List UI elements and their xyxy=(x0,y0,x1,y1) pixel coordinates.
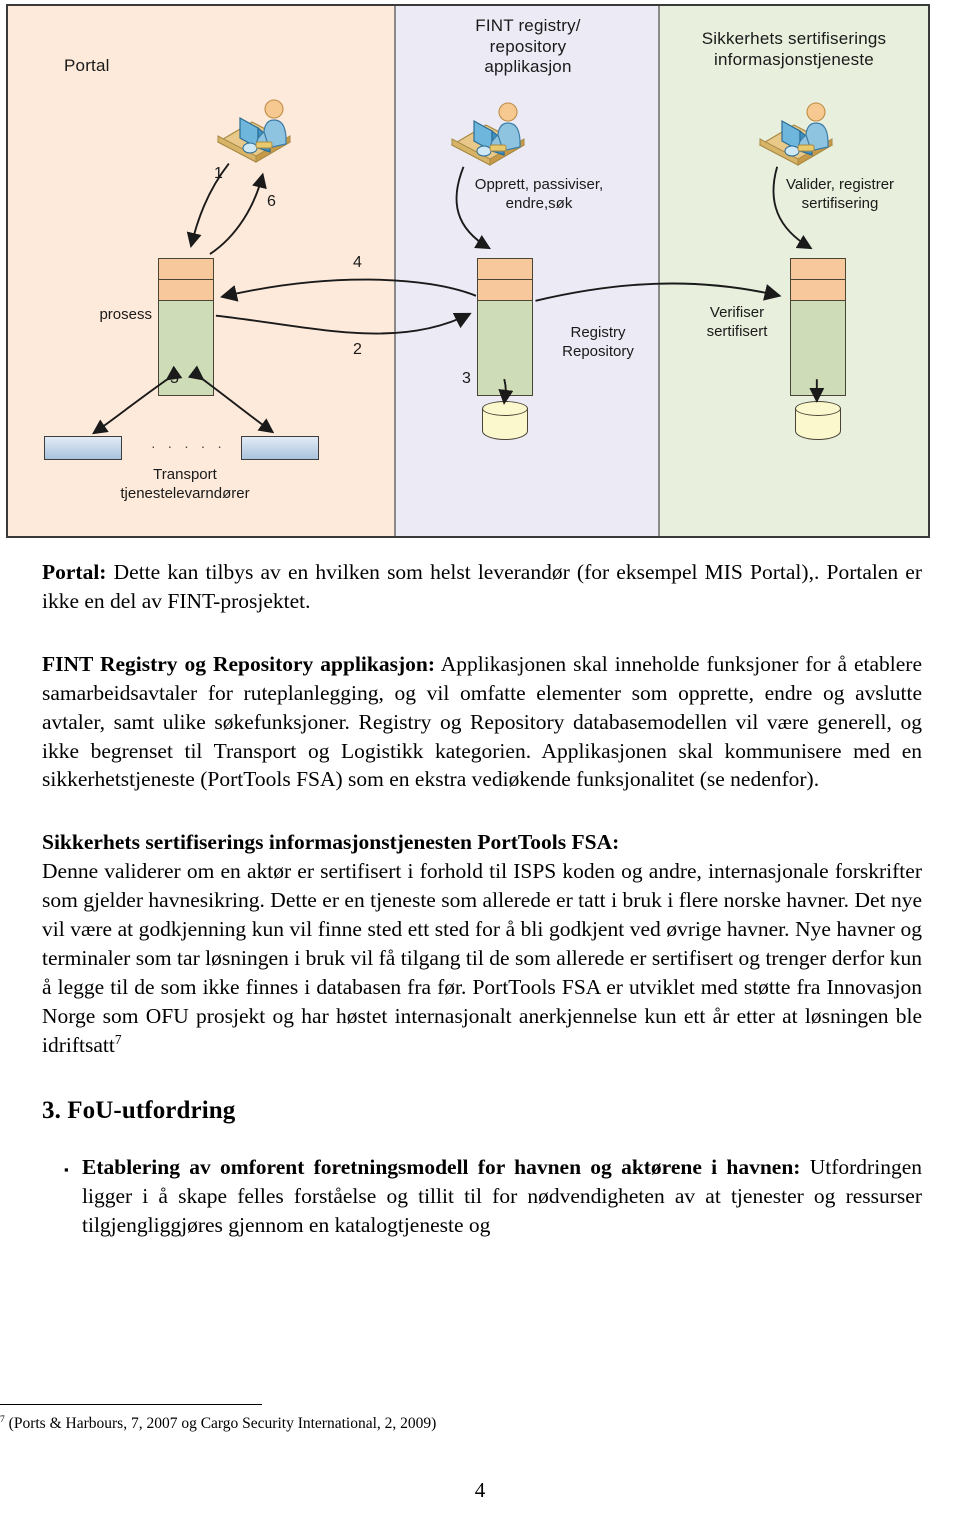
flow-number-1: 1 xyxy=(214,165,223,182)
fint-user-computer-icon xyxy=(446,101,530,169)
bullet-square-icon: ▪ xyxy=(64,1162,69,1178)
ellipsis-dots: · · · · · xyxy=(151,438,226,454)
footnote-text: (Ports & Harbours, 7, 2007 og Cargo Secu… xyxy=(8,1415,437,1432)
pane-portal-title: Portal xyxy=(64,56,110,75)
component-segment-1 xyxy=(478,259,532,280)
component-body xyxy=(791,301,845,395)
registry-repository-label: Registry Repository xyxy=(562,324,634,360)
security-database-cylinder xyxy=(795,400,841,446)
portal-lead: Portal: xyxy=(42,560,107,584)
flow-number-2: 2 xyxy=(353,341,362,358)
transport-provider-box-2 xyxy=(241,436,319,460)
paragraph-security: Denne validerer om en aktør er sertifise… xyxy=(42,857,922,1059)
section-heading-fou: 3. FoU-utfordring xyxy=(42,1096,236,1124)
paragraph-portal: Portal: Dette kan tilbys av en hvilken s… xyxy=(42,558,922,616)
component-segment-1 xyxy=(791,259,845,280)
component-body xyxy=(478,301,532,395)
footnote-marker: 7 xyxy=(0,1413,5,1425)
bullet-lead: Etablering av omforent foretningsmodell … xyxy=(82,1155,801,1180)
flow-number-6: 6 xyxy=(267,193,276,210)
document-body: Portal: Dette kan tilbys av en hvilken s… xyxy=(42,558,922,1240)
bullet-item: ▪ Etablering av omforent foretningsmodel… xyxy=(42,1153,922,1240)
security-lead: Sikkerhets sertifiserings informasjonstj… xyxy=(42,830,620,855)
architecture-diagram: Portal prosess · · · · · Transport tjene… xyxy=(6,4,930,538)
footnote-separator-rule xyxy=(0,1404,262,1405)
opprett-passiviser-label: Opprett, passiviser, endre,søk xyxy=(474,176,604,212)
component-segment-2 xyxy=(159,280,213,301)
footnote-ref-7: 7 xyxy=(114,1031,122,1047)
prosess-label: prosess xyxy=(99,306,152,323)
flow-number-3: 3 xyxy=(462,370,471,387)
cylinder-top xyxy=(795,401,841,416)
diagram-panes: Portal prosess · · · · · Transport tjene… xyxy=(8,6,928,536)
pane-portal: Portal prosess · · · · · Transport tjene… xyxy=(8,6,396,536)
pane-fint: FINT registry/ repository applikasjon Op… xyxy=(396,6,660,536)
cylinder-top xyxy=(482,401,528,416)
paragraph-fint: FINT Registry og Repository applikasjon:… xyxy=(42,650,922,795)
registry-database-cylinder xyxy=(482,400,528,446)
page-number: 4 xyxy=(474,1478,486,1502)
valider-registrer-label: Valider, registrer sertifisering xyxy=(785,176,895,212)
user-computer-icon xyxy=(212,98,296,166)
paragraph-security-heading: Sikkerhets sertifiserings informasjonstj… xyxy=(42,828,922,857)
portal-text: Dette kan tilbys av en hvilken som helst… xyxy=(42,560,922,613)
flow-number-4: 4 xyxy=(353,254,362,271)
registry-repository-component xyxy=(477,258,533,396)
component-segment-1 xyxy=(159,259,213,280)
portal-process-component xyxy=(158,258,214,396)
footnote: 7 (Ports & Harbours, 7, 2007 og Cargo Se… xyxy=(0,1414,700,1434)
component-segment-2 xyxy=(791,280,845,301)
transport-provider-box-1 xyxy=(44,436,122,460)
flow-number-5: 5 xyxy=(170,370,179,387)
component-segment-2 xyxy=(478,280,532,301)
pane-security: Sikkerhets sertifiserings informasjonstj… xyxy=(660,6,928,536)
pane-security-title: Sikkerhets sertifiserings informasjonstj… xyxy=(701,29,887,69)
transport-providers-label: Transport tjenestelevarndører xyxy=(120,466,250,502)
fint-lead: FINT Registry og Repository applikasjon: xyxy=(42,651,435,676)
security-component xyxy=(790,258,846,396)
bullet-content: Etablering av omforent foretningsmodell … xyxy=(82,1153,922,1240)
verifiser-sertifisert-label: Verifiser sertifisert xyxy=(706,304,768,340)
pane-fint-title: FINT registry/ repository applikasjon xyxy=(475,16,581,77)
security-text: Denne validerer om en aktør er sertifise… xyxy=(42,859,922,1057)
security-user-computer-icon xyxy=(754,101,838,169)
component-body xyxy=(159,301,213,395)
